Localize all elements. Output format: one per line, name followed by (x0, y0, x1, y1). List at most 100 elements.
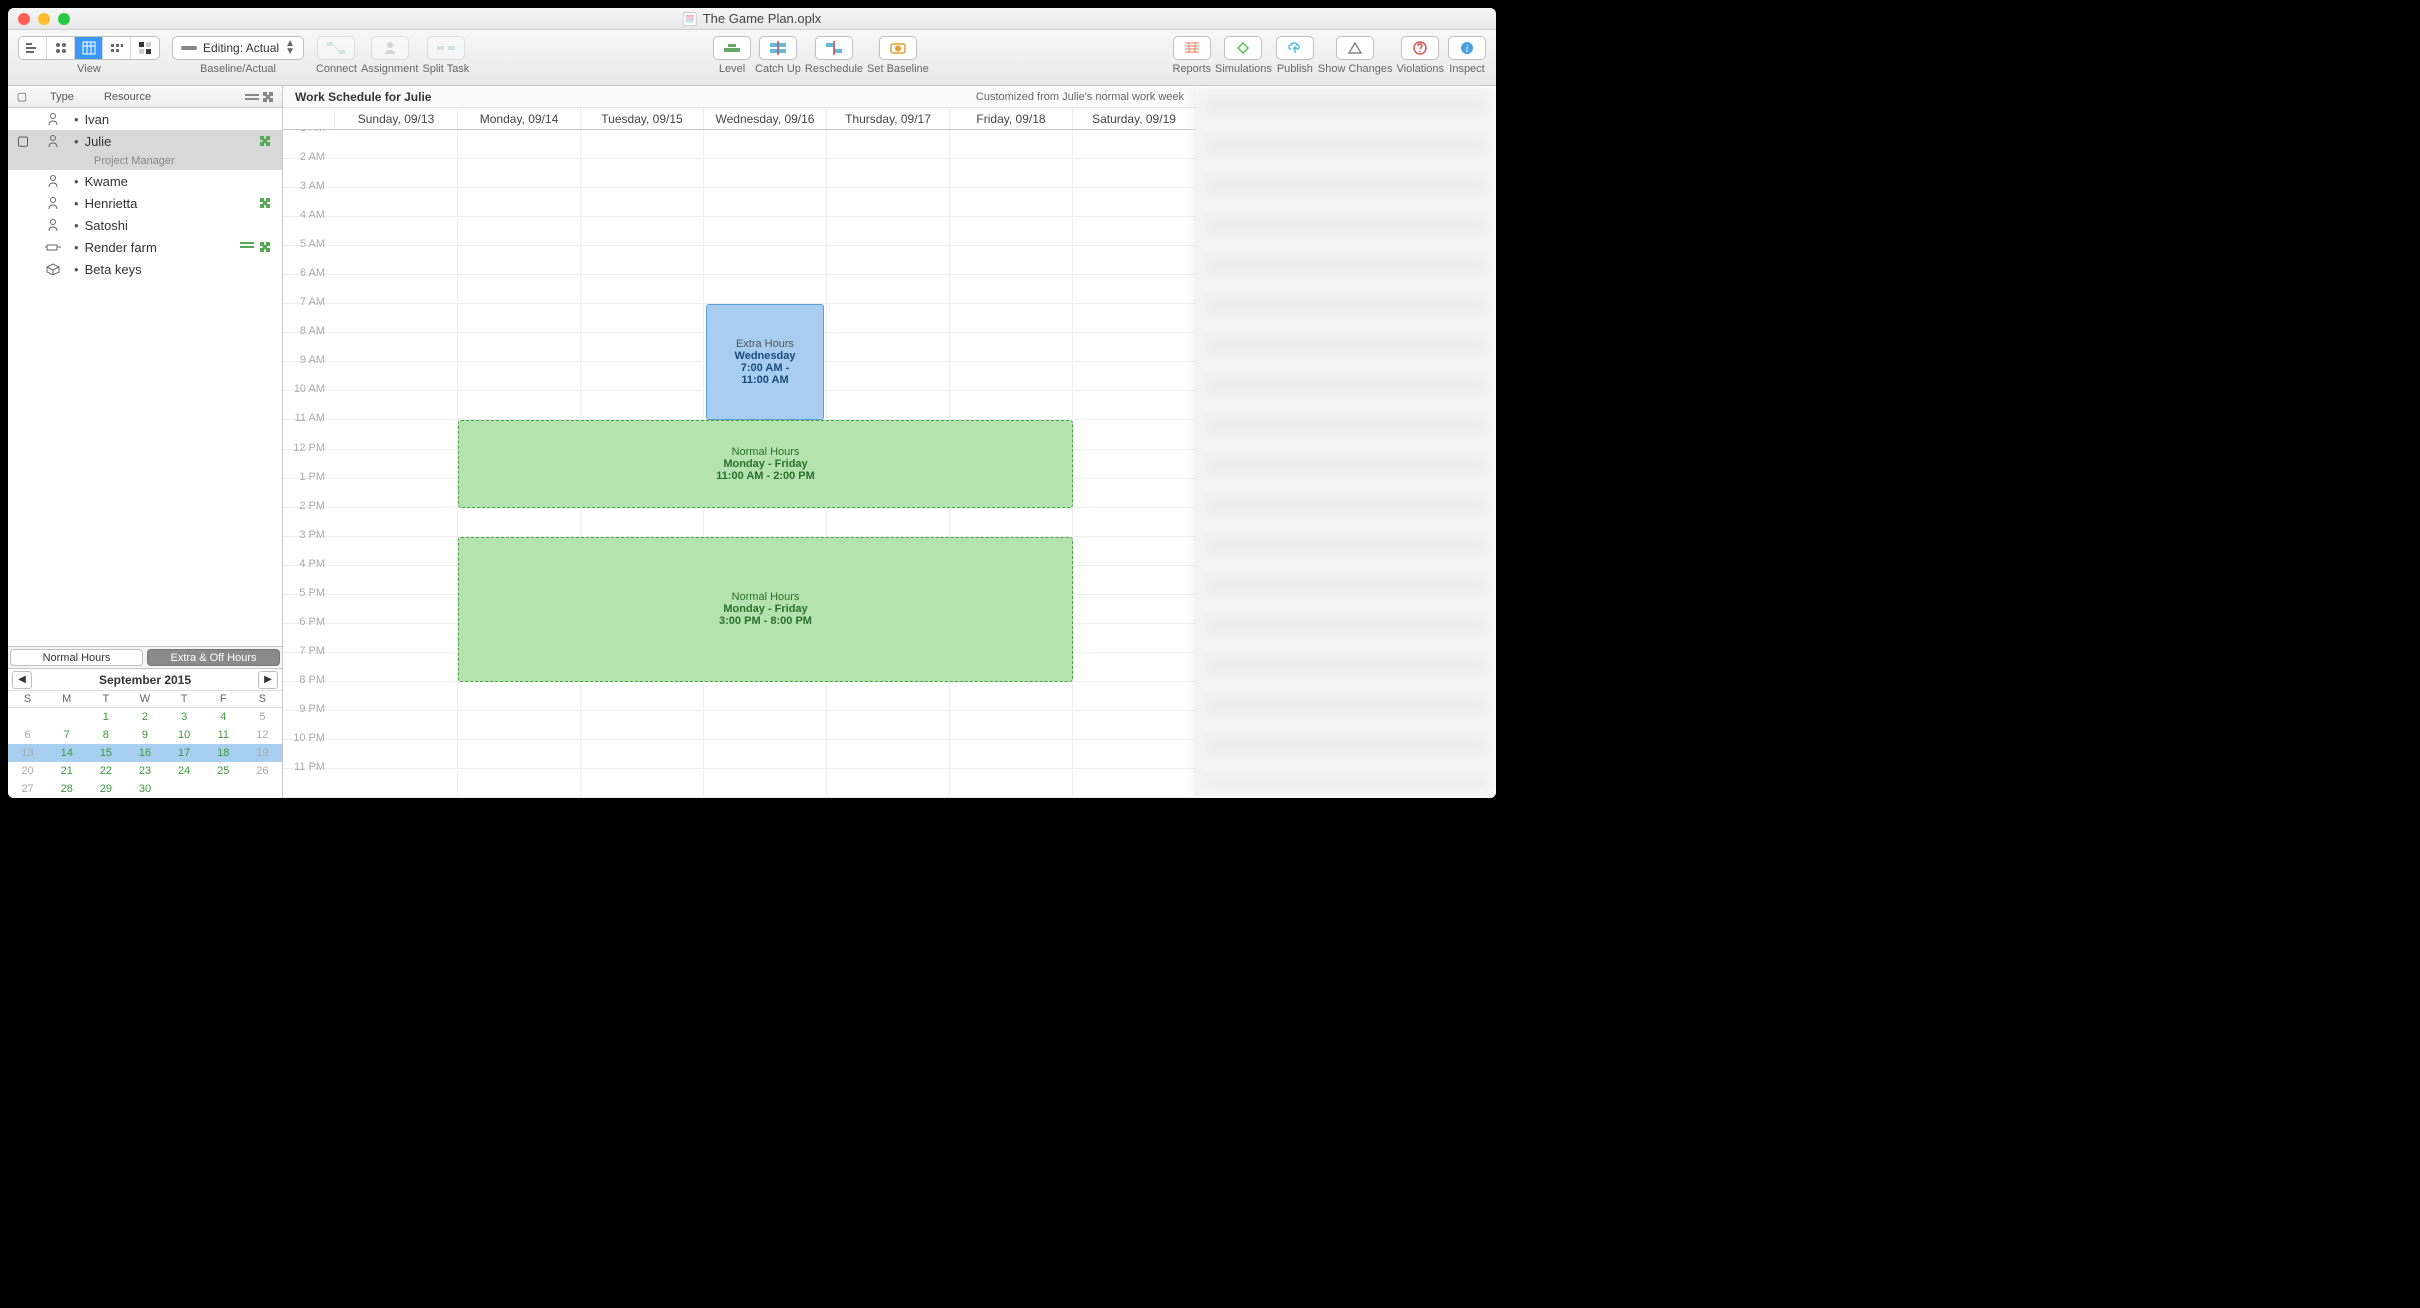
calendar-day[interactable]: 6 (8, 726, 47, 744)
normal-hours-block-pm[interactable]: Normal HoursMonday - Friday3:00 PM - 8:0… (458, 537, 1073, 682)
calendar-day[interactable]: 9 (125, 726, 164, 744)
calendar-day[interactable] (243, 780, 282, 798)
hour-label: 1 AM (283, 130, 331, 134)
split-task-button[interactable] (427, 36, 465, 60)
calendar-day[interactable]: 12 (243, 726, 282, 744)
day-header: Friday, 09/18 (950, 108, 1073, 129)
violations-button[interactable] (1401, 36, 1439, 60)
hour-label: 3 AM (283, 180, 331, 192)
assignment-label: Assignment (361, 63, 418, 75)
calendar-day[interactable]: 27 (8, 780, 47, 798)
set-baseline-button[interactable] (879, 36, 917, 60)
view-mode-4-button[interactable] (103, 37, 131, 59)
reports-button[interactable] (1173, 36, 1211, 60)
sidebar-header: ▢ Type Resource (8, 86, 282, 108)
calendar-day[interactable]: 5 (243, 708, 282, 727)
connect-button[interactable] (317, 36, 355, 60)
calendar-day[interactable]: 3 (165, 708, 204, 727)
calendar-day[interactable]: 19 (243, 744, 282, 762)
calendar-day[interactable] (165, 780, 204, 798)
next-month-button[interactable]: ▶ (258, 671, 278, 689)
calendar-day[interactable]: 18 (204, 744, 243, 762)
day-headers: Sunday, 09/13Monday, 09/14Tuesday, 09/15… (283, 108, 1196, 130)
reports-label: Reports (1173, 63, 1212, 75)
calendar-day[interactable]: 28 (47, 780, 86, 798)
normal-hours-block-am[interactable]: Normal HoursMonday - Friday11:00 AM - 2:… (458, 420, 1073, 507)
fullscreen-window-button[interactable] (58, 13, 70, 25)
calendar-day[interactable]: 14 (47, 744, 86, 762)
type-column-header[interactable]: Type (30, 91, 90, 103)
resource-row-kwame[interactable]: •Kwame (8, 170, 282, 192)
resource-row-beta-keys[interactable]: •Beta keys (8, 258, 282, 280)
view-mode-2-button[interactable] (47, 37, 75, 59)
resource-row-henrietta[interactable]: •Henrietta (8, 192, 282, 214)
calendar-day[interactable] (8, 708, 47, 727)
calendar-day[interactable]: 8 (86, 726, 125, 744)
hour-label: 10 AM (283, 383, 331, 395)
calendar-day[interactable]: 26 (243, 762, 282, 780)
calendar-day[interactable] (47, 708, 86, 727)
mini-calendar-title: September 2015 (99, 673, 191, 687)
level-button[interactable] (713, 36, 751, 60)
calendar-day[interactable]: 11 (204, 726, 243, 744)
calendar-day[interactable]: 10 (165, 726, 204, 744)
calendar-day[interactable]: 24 (165, 762, 204, 780)
hour-label: 4 PM (283, 558, 331, 570)
normal-hours-tab[interactable]: Normal Hours (10, 649, 143, 666)
split-task-label: Split Task (422, 63, 469, 75)
hour-label: 5 PM (283, 587, 331, 599)
calendar-day[interactable]: 23 (125, 762, 164, 780)
hours-segment-control: Normal Hours Extra & Off Hours (8, 647, 282, 669)
view-mode-5-button[interactable] (131, 37, 159, 59)
extra-off-hours-tab[interactable]: Extra & Off Hours (147, 649, 280, 666)
resource-row-satoshi[interactable]: •Satoshi (8, 214, 282, 236)
calendar-day[interactable]: 25 (204, 762, 243, 780)
calendar-day[interactable]: 15 (86, 744, 125, 762)
baseline-selector[interactable]: Editing: Actual ▲▼ (172, 36, 304, 60)
inspector-content-blurred (1207, 96, 1486, 788)
hour-label: 8 AM (283, 325, 331, 337)
calendar-day[interactable]: 4 (204, 708, 243, 727)
calendar-day[interactable]: 21 (47, 762, 86, 780)
day-header: Wednesday, 09/16 (704, 108, 827, 129)
calendar-day[interactable]: 16 (125, 744, 164, 762)
mini-calendar: SMTWTFS 12345678910111213141516171819202… (8, 691, 282, 798)
publish-button[interactable] (1276, 36, 1314, 60)
calendar-day[interactable]: 7 (47, 726, 86, 744)
catch-up-label: Catch Up (755, 63, 801, 75)
prev-month-button[interactable]: ◀ (12, 671, 32, 689)
resource-row-julie[interactable]: ▢•Julie (8, 130, 282, 152)
schedule-grid[interactable]: 1 AM2 AM3 AM4 AM5 AM6 AM7 AM8 AM9 AM10 A… (283, 130, 1196, 798)
view-mode-1-button[interactable] (19, 37, 47, 59)
hour-label: 6 AM (283, 267, 331, 279)
view-mode-calendar-button[interactable] (75, 37, 103, 59)
day-header: Thursday, 09/17 (827, 108, 950, 129)
catch-up-button[interactable] (759, 36, 797, 60)
resource-column-header[interactable]: Resource (90, 91, 244, 103)
inspect-button[interactable]: i (1448, 36, 1486, 60)
resource-row-ivan[interactable]: •Ivan (8, 108, 282, 130)
calendar-day[interactable] (204, 780, 243, 798)
calendar-day[interactable]: 20 (8, 762, 47, 780)
toolbar: View Editing: Actual ▲▼ Baseline/Actual … (8, 30, 1496, 86)
show-changes-button[interactable] (1336, 36, 1374, 60)
hour-label: 2 AM (283, 151, 331, 163)
resource-row-render-farm[interactable]: •Render farm (8, 236, 282, 258)
bars-column-icon (244, 92, 260, 102)
calendar-day[interactable]: 13 (8, 744, 47, 762)
calendar-day[interactable]: 22 (86, 762, 125, 780)
simulations-button[interactable] (1224, 36, 1262, 60)
extra-hours-block[interactable]: Extra HoursWednesday7:00 AM -11:00 AM (706, 304, 824, 420)
minimize-window-button[interactable] (38, 13, 50, 25)
assignment-button[interactable] (371, 36, 409, 60)
reschedule-button[interactable] (815, 36, 853, 60)
calendar-day[interactable]: 29 (86, 780, 125, 798)
close-window-button[interactable] (18, 13, 30, 25)
calendar-day[interactable]: 1 (86, 708, 125, 727)
calendar-day[interactable]: 2 (125, 708, 164, 727)
chevron-updown-icon: ▲▼ (285, 40, 295, 56)
hour-label: 7 AM (283, 296, 331, 308)
calendar-day[interactable]: 30 (125, 780, 164, 798)
view-label: View (77, 63, 101, 75)
calendar-day[interactable]: 17 (165, 744, 204, 762)
